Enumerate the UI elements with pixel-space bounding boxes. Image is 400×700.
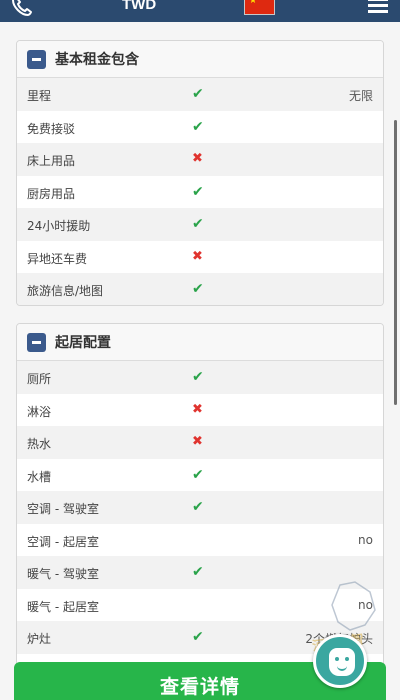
- feature-list: 里程 ✔ 无限 免费接驳 ✔ 床上用品 ✖ 厨房用品 ✔ 24小时援助 ✔ 异地还车费 ✖ 旅…: [17, 78, 383, 305]
- feature-row: 淋浴 ✖: [17, 393, 383, 426]
- feature-label: 免费接驳: [27, 121, 76, 136]
- feature-label: 炉灶: [27, 632, 52, 646]
- feature-row: 热水 ✖: [17, 426, 383, 459]
- feature-row: 厨房用品 ✔: [17, 175, 383, 208]
- feature-row: 旅游信息/地图 ✔: [17, 273, 383, 305]
- check-icon: ✔: [192, 216, 204, 232]
- feature-row: 床上用品 ✖: [17, 143, 383, 176]
- check-icon: ✔: [192, 564, 204, 580]
- cross-icon: ✖: [192, 434, 203, 449]
- check-icon: ✔: [192, 183, 204, 200]
- feature-label: 里程: [27, 89, 52, 103]
- feature-row: 异地还车费 ✖: [17, 240, 383, 273]
- feature-label: 旅游信息/地图: [27, 284, 104, 298]
- feature-value: no: [358, 532, 373, 547]
- section-rental-includes: 基本租金包含 里程 ✔ 无限 免费接驳 ✔ 床上用品 ✖ 厨房用品 ✔ 24小时援助 ✔ 异…: [16, 40, 384, 306]
- feature-row: 24小时援助 ✔: [17, 208, 383, 241]
- feature-label: 热水: [27, 437, 52, 451]
- check-icon: ✔: [192, 86, 204, 102]
- scrollbar[interactable]: [394, 120, 397, 405]
- currency-selector[interactable]: TWD: [122, 0, 156, 13]
- collapse-icon[interactable]: [27, 49, 46, 69]
- feature-row: 免费接驳 ✔: [17, 110, 383, 143]
- feature-label: 床上用品: [27, 154, 76, 168]
- collapse-icon[interactable]: [27, 332, 46, 352]
- feature-label: 淋浴: [27, 404, 52, 419]
- check-icon: ✔: [192, 118, 204, 135]
- feature-label: 厕所: [27, 372, 52, 386]
- feature-label: 24小时援助: [27, 219, 91, 233]
- feature-label: 暖气 - 驾驶室: [27, 567, 99, 581]
- feature-label: 空调 - 起居室: [27, 534, 99, 549]
- cross-icon: ✖: [192, 248, 203, 264]
- check-icon: ✔: [192, 281, 204, 297]
- feature-row: 里程 ✔ 无限: [17, 78, 383, 111]
- cross-icon: ✖: [192, 401, 203, 417]
- section-title: 起居配置: [55, 335, 111, 351]
- feature-label: 水槽: [27, 469, 52, 484]
- feature-row: 水槽 ✔: [17, 458, 383, 491]
- feature-label: 厨房用品: [27, 186, 76, 201]
- check-icon: ✔: [192, 369, 204, 385]
- cross-icon: ✖: [192, 151, 203, 166]
- feature-label: 空调 - 驾驶室: [27, 502, 99, 516]
- feature-row: 空调 - 驾驶室 ✔: [17, 491, 383, 524]
- feature-value: 无限: [348, 89, 373, 103]
- feature-label: 暖气 - 起居室: [27, 599, 99, 614]
- hamburger-menu-icon[interactable]: [368, 0, 388, 14]
- section-header[interactable]: 起居配置: [17, 324, 383, 361]
- check-icon: ✔: [192, 629, 204, 645]
- section-title: 基本租金包含: [55, 52, 139, 68]
- phone-icon[interactable]: [10, 0, 34, 18]
- check-icon: ✔: [192, 466, 204, 483]
- chat-support-icon[interactable]: [313, 634, 367, 688]
- feature-row: 空调 - 起居室 no: [17, 523, 383, 556]
- feature-label: 异地还车费: [27, 251, 88, 266]
- top-navigation-bar: TWD ★: [0, 0, 400, 22]
- check-icon: ✔: [192, 499, 204, 515]
- language-flag-icon[interactable]: ★: [244, 0, 275, 15]
- section-header[interactable]: 基本租金包含: [17, 41, 383, 78]
- feature-row: 厕所 ✔: [17, 361, 383, 394]
